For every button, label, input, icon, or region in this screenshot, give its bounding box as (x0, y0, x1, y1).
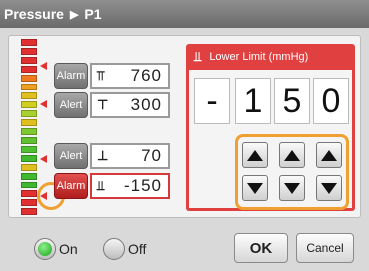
upper-alert-value[interactable]: ⊤ 300 (90, 92, 170, 118)
ones-up-button[interactable] (316, 142, 342, 168)
digit-hundreds[interactable]: 1 (235, 78, 271, 124)
lower-alarm-value[interactable]: ⫫ -150 (90, 173, 170, 199)
editor-title: Lower Limit (mmHg) (209, 51, 309, 63)
tens-up-button[interactable] (279, 142, 305, 168)
cancel-label: Cancel (306, 241, 344, 255)
lower-alert-value-text: 70 (141, 146, 162, 165)
lower-alarm-button[interactable]: Alarm (54, 173, 88, 199)
arrow-up-icon (247, 149, 263, 161)
digit-ones[interactable]: 0 (313, 78, 349, 124)
on-radio[interactable] (34, 238, 56, 260)
upper-alarm-button[interactable]: Alarm (54, 63, 88, 89)
ones-down-button[interactable] (316, 175, 342, 201)
lower-alarm-value-text: -150 (123, 176, 162, 195)
breadcrumb-arrow-icon: ▶ (69, 8, 79, 21)
upper-alarm-limit-icon: ⫪ (97, 68, 106, 83)
upper-alarm-marker-icon (40, 62, 47, 70)
upper-alert-marker-icon (40, 100, 47, 108)
level-segment (21, 56, 37, 64)
digit-sign[interactable]: - (194, 78, 230, 124)
lower-alert-value[interactable]: ⊥ 70 (90, 143, 170, 169)
arrow-down-icon (321, 182, 337, 194)
upper-alert-label: Alert (59, 99, 83, 111)
arrow-down-icon (247, 182, 263, 194)
lower-alert-button[interactable]: Alert (54, 143, 88, 169)
off-label: Off (128, 241, 147, 257)
level-segment (21, 83, 37, 91)
level-segment (21, 65, 37, 73)
ok-label: OK (249, 239, 273, 257)
level-segment (21, 172, 37, 180)
upper-alarm-label: Alarm (56, 70, 86, 82)
level-segment (21, 110, 37, 118)
title-bar: Pressure ▶ P1 (0, 0, 369, 28)
screen-title: Pressure (4, 6, 64, 22)
on-label: On (59, 241, 78, 257)
lower-alarm-label: Alarm (56, 180, 86, 192)
level-segment (21, 208, 37, 216)
upper-alert-limit-icon: ⊤ (97, 97, 110, 112)
level-segment (21, 154, 37, 162)
digit-tens[interactable]: 5 (274, 78, 310, 124)
stepper-group (235, 134, 349, 210)
arrow-down-icon (284, 182, 300, 194)
radio-selected-dot (38, 242, 52, 256)
arrow-up-icon (284, 149, 300, 161)
lower-alarm-limit-icon: ⫫ (97, 178, 106, 193)
arrow-up-icon (321, 149, 337, 161)
level-segment (21, 74, 37, 82)
upper-alarm-value[interactable]: ⫪ 760 (90, 63, 170, 89)
level-segment (21, 39, 37, 46)
hundreds-up-button[interactable] (242, 142, 268, 168)
level-segment (21, 145, 37, 153)
level-segment (21, 119, 37, 127)
off-radio[interactable] (103, 238, 125, 260)
level-segment (21, 199, 37, 207)
level-segment (21, 128, 37, 135)
lower-limit-editor: ⫫ Lower Limit (mmHg) - 1 5 0 (186, 44, 355, 211)
level-segment (21, 136, 37, 144)
hundreds-down-button[interactable] (242, 175, 268, 201)
lower-alert-limit-icon: ⊥ (97, 148, 110, 163)
lower-limit-icon: ⫫ (194, 49, 202, 64)
pressure-level-bar (21, 39, 37, 216)
level-segment (21, 47, 37, 55)
upper-alarm-value-text: 760 (130, 66, 162, 85)
lower-alert-label: Alert (59, 150, 83, 162)
lower-alert-marker-icon (40, 155, 47, 163)
level-segment (21, 181, 37, 189)
level-segment (21, 92, 37, 100)
cancel-button[interactable]: Cancel (296, 233, 354, 263)
level-segment (21, 190, 37, 198)
level-segment (21, 101, 37, 109)
tens-down-button[interactable] (279, 175, 305, 201)
upper-alert-button[interactable]: Alert (54, 92, 88, 118)
level-segment (21, 163, 37, 171)
editor-header: ⫫ Lower Limit (mmHg) (186, 44, 355, 70)
param-title: P1 (84, 6, 102, 22)
editor-body: - 1 5 0 (189, 70, 352, 210)
bottom-bar: On Off OK Cancel (0, 226, 369, 271)
ok-button[interactable]: OK (234, 233, 288, 263)
upper-alert-value-text: 300 (130, 95, 162, 114)
